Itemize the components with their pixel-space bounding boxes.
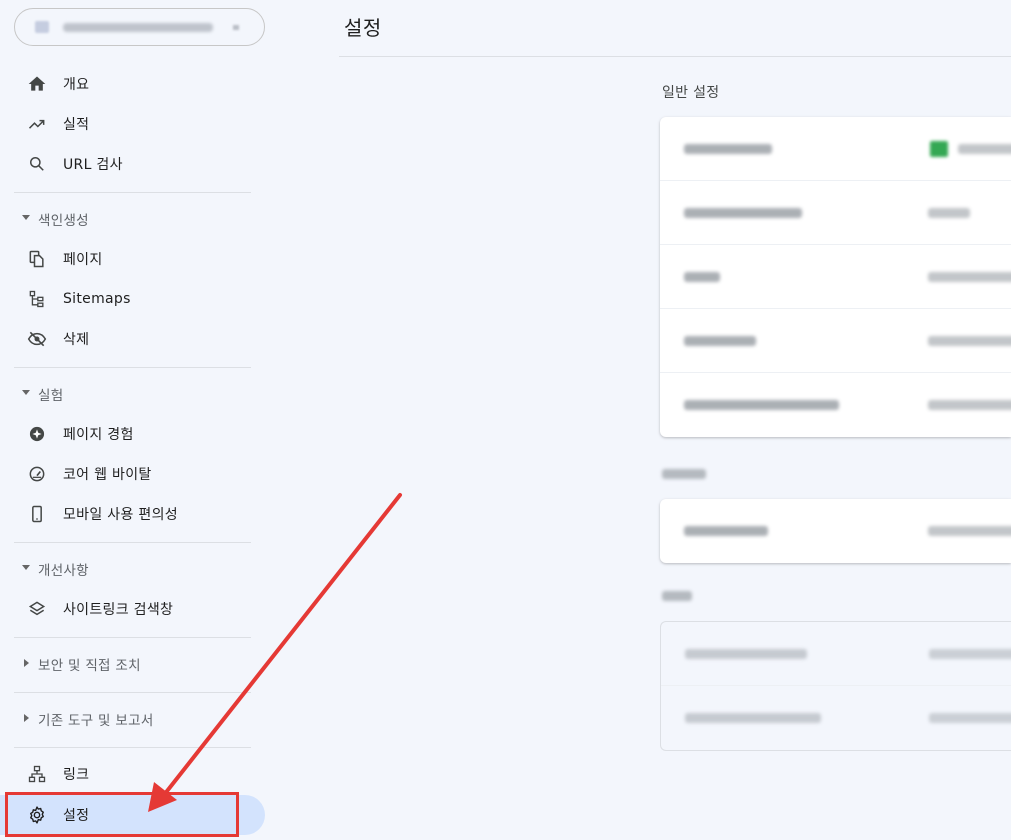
property-selector[interactable] (14, 8, 265, 46)
nav-item-removals[interactable]: 삭제 (0, 319, 265, 359)
caret-right-icon (24, 659, 29, 667)
settings-row[interactable] (660, 373, 1011, 437)
annotation-highlight-box (5, 792, 239, 837)
settings-row[interactable] (660, 117, 1011, 181)
nav-item-label: 페이지 (63, 252, 103, 268)
settings-row[interactable] (661, 686, 1011, 750)
section-header-security[interactable]: 보안 및 직접 조치 (0, 645, 265, 681)
setting-label-blurred (684, 336, 756, 346)
links-icon (26, 764, 48, 784)
setting-label-blurred (685, 713, 821, 723)
speed-gauge-icon (26, 464, 48, 484)
caret-down-icon (22, 565, 30, 570)
caret-right-icon (24, 714, 29, 722)
setting-label-blurred (684, 144, 772, 154)
settings-card-2 (660, 499, 1011, 563)
settings-row[interactable] (661, 622, 1011, 686)
nav-item-page-experience[interactable]: 페이지 경험 (0, 414, 265, 454)
nav-item-core-web-vitals[interactable]: 코어 웹 바이탈 (0, 454, 265, 494)
section-label: 개선사항 (38, 563, 89, 579)
section-title-blurred (662, 469, 706, 479)
setting-label-blurred (684, 272, 720, 282)
settings-row[interactable] (660, 245, 1011, 309)
general-settings-title: 일반 설정 (662, 85, 720, 101)
setting-value-blurred (929, 649, 1011, 659)
setting-label-blurred (684, 208, 802, 218)
divider (14, 747, 251, 748)
pages-icon (26, 249, 48, 269)
sidebar: 개요 실적 URL 검사 색인생성 페이지 Sitemaps 삭제 실험 페이지… (0, 0, 265, 840)
divider (14, 692, 251, 693)
nav-item-label: 링크 (63, 767, 90, 783)
property-url-blurred (63, 23, 213, 32)
setting-label-blurred (684, 526, 768, 536)
verified-icon (930, 141, 948, 157)
setting-value-blurred (928, 272, 1011, 282)
trending-up-icon (26, 114, 48, 134)
setting-value-blurred (928, 208, 970, 218)
section-header-enhancements[interactable]: 개선사항 (0, 550, 265, 586)
nav-item-links[interactable]: 링크 (0, 754, 265, 794)
nav-item-overview[interactable]: 개요 (0, 64, 265, 104)
section-label: 실험 (38, 388, 64, 404)
property-favicon-icon (35, 21, 49, 33)
section-header-legacy-tools[interactable]: 기존 도구 및 보고서 (0, 700, 265, 736)
caret-down-icon (22, 215, 30, 220)
search-icon (26, 154, 48, 174)
setting-label-blurred (684, 400, 839, 410)
nav-item-label: 모바일 사용 편의성 (63, 507, 178, 523)
visibility-off-icon (26, 329, 48, 349)
layers-icon (26, 599, 48, 619)
setting-value-blurred (958, 144, 1011, 154)
nav-item-performance[interactable]: 실적 (0, 104, 265, 144)
section-label: 보안 및 직접 조치 (38, 658, 141, 674)
setting-label-blurred (685, 649, 807, 659)
nav-item-label: URL 검사 (63, 157, 123, 173)
page-experience-icon (26, 424, 48, 444)
settings-card-3 (660, 621, 1011, 751)
nav-item-mobile-usability[interactable]: 모바일 사용 편의성 (0, 494, 265, 534)
divider (14, 192, 251, 193)
setting-value-blurred (928, 336, 1011, 346)
nav-item-label: 사이트링크 검색창 (63, 602, 174, 618)
nav-item-sitelinks-searchbox[interactable]: 사이트링크 검색창 (0, 589, 265, 629)
nav-item-label: 실적 (63, 117, 90, 133)
nav-item-pages[interactable]: 페이지 (0, 239, 265, 279)
smartphone-icon (26, 504, 48, 524)
home-icon (26, 74, 48, 94)
setting-value-blurred (928, 400, 1011, 410)
settings-row[interactable] (660, 181, 1011, 245)
section-header-experience[interactable]: 실험 (0, 375, 265, 411)
general-settings-card (660, 117, 1011, 437)
section-title-blurred (662, 591, 692, 601)
nav-item-label: 페이지 경험 (63, 427, 134, 443)
section-header-indexing[interactable]: 색인생성 (0, 200, 265, 236)
divider (14, 637, 251, 638)
divider (14, 542, 251, 543)
setting-value-blurred (928, 526, 1011, 536)
page-title: 설정 (344, 16, 382, 40)
settings-row[interactable] (660, 499, 1011, 563)
nav-item-sitemaps[interactable]: Sitemaps (0, 279, 265, 319)
sitemap-icon (26, 289, 48, 309)
nav-item-label: 코어 웹 바이탈 (63, 467, 152, 483)
nav-item-label: Sitemaps (63, 291, 131, 307)
nav-item-label: 개요 (63, 77, 90, 93)
settings-row[interactable] (660, 309, 1011, 373)
section-label: 색인생성 (38, 213, 89, 229)
section-label: 기존 도구 및 보고서 (38, 713, 154, 729)
nav-item-label: 삭제 (63, 332, 90, 348)
nav-item-url-inspection[interactable]: URL 검사 (0, 144, 265, 184)
caret-down-icon (22, 390, 30, 395)
divider (14, 367, 251, 368)
header-divider (339, 56, 1011, 57)
chevron-down-icon (233, 25, 239, 30)
setting-value-blurred (929, 713, 1011, 723)
